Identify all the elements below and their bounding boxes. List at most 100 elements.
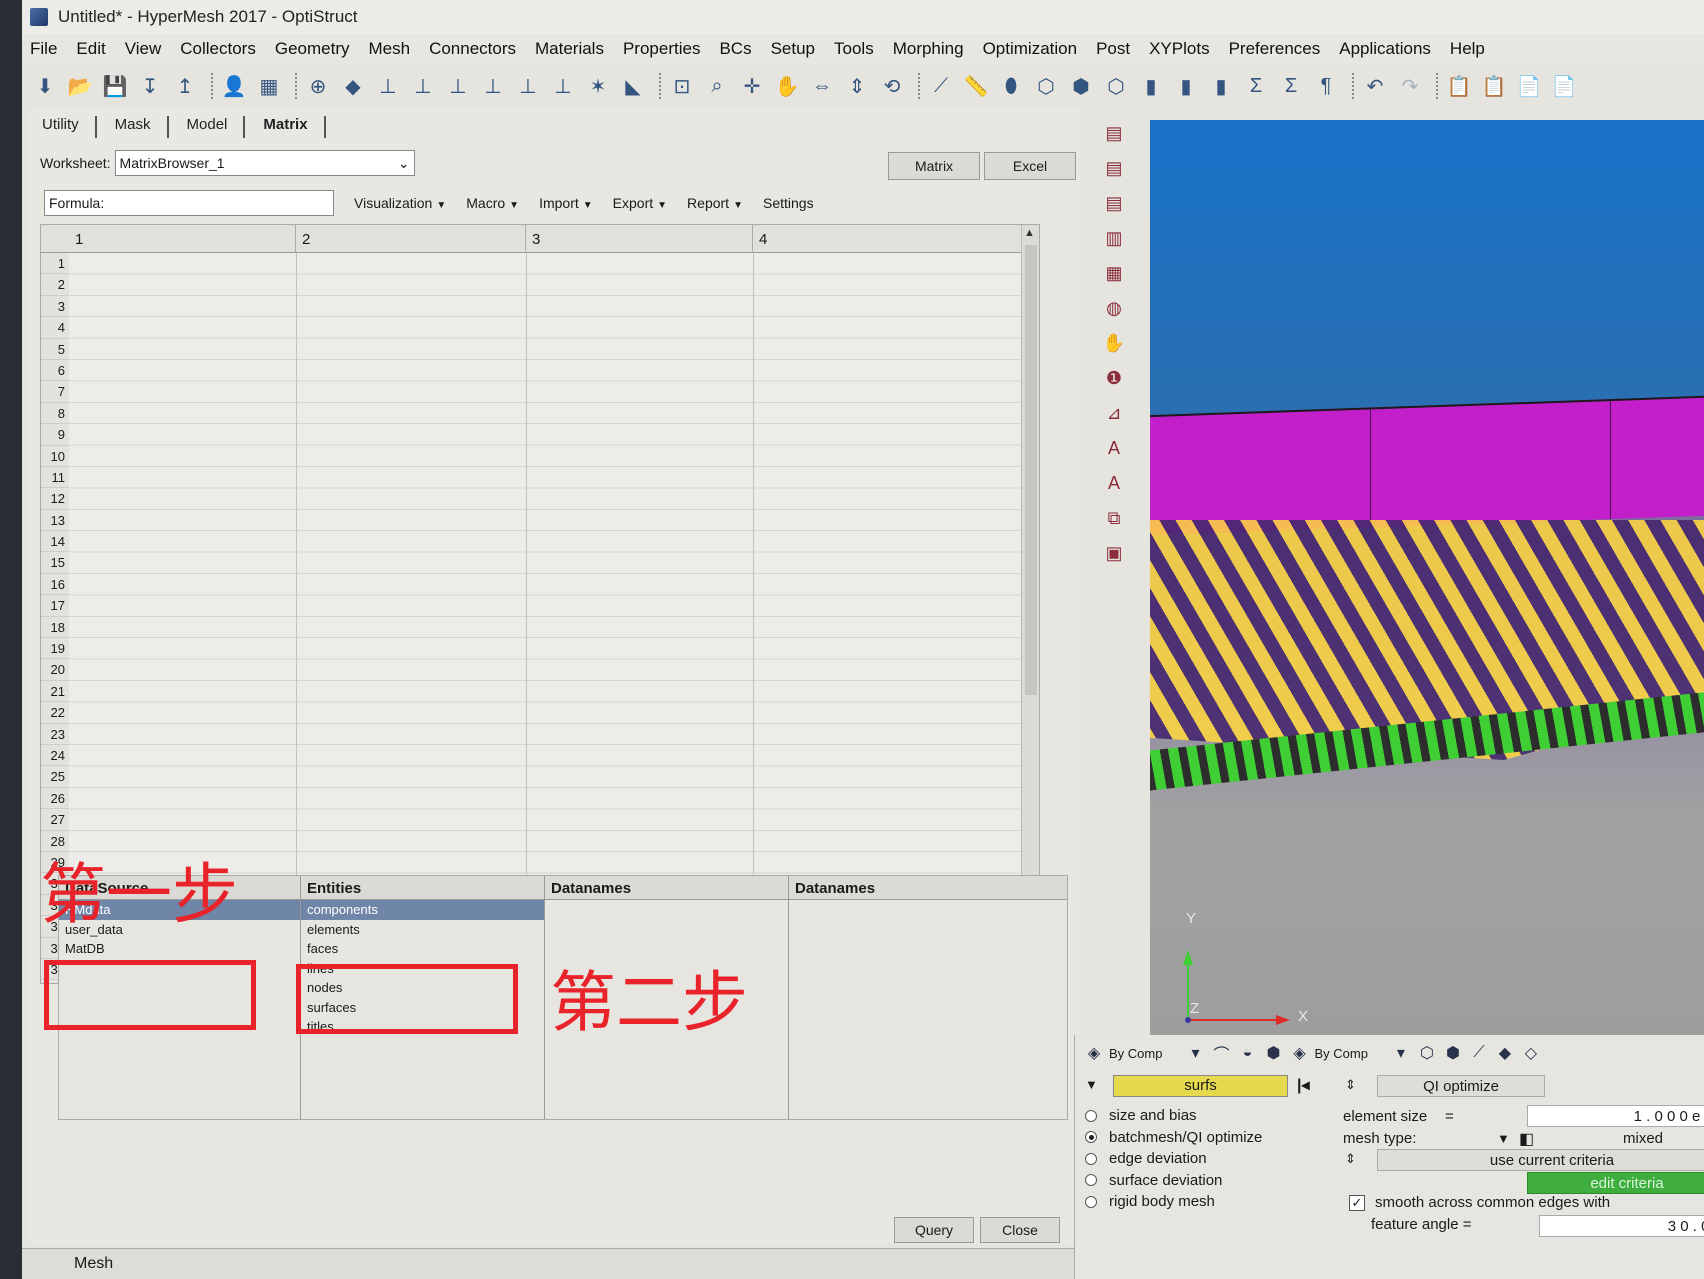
- center-icon[interactable]: ✛: [737, 71, 767, 101]
- pan-vertical-icon[interactable]: ⇕: [842, 71, 872, 101]
- by-comp-2[interactable]: By Comp: [1314, 1046, 1367, 1061]
- shaded-shape-icon[interactable]: ◒: [1236, 1042, 1258, 1064]
- row-number[interactable]: 8: [41, 402, 69, 425]
- updown-icon[interactable]: ⇕: [1345, 1151, 1356, 1167]
- view-xy-icon[interactable]: ⊥: [373, 71, 403, 101]
- wireframe-icon[interactable]: ⬡: [1416, 1042, 1438, 1064]
- view-zx-icon[interactable]: ⊥: [478, 71, 508, 101]
- row-number[interactable]: 23: [41, 723, 69, 745]
- excel-button[interactable]: Excel: [984, 152, 1076, 180]
- row-number[interactable]: 4: [41, 317, 69, 339]
- cylinder-icon[interactable]: ⬮: [996, 71, 1026, 101]
- by-comp-1[interactable]: By Comp: [1109, 1046, 1162, 1061]
- row-number[interactable]: 14: [41, 531, 69, 553]
- column-header[interactable]: 3: [526, 225, 753, 253]
- row-number[interactable]: 6: [41, 359, 69, 382]
- page-stack-icon[interactable]: ▥: [1099, 223, 1129, 253]
- surfs-selector[interactable]: surfs: [1113, 1075, 1288, 1097]
- report-doc-icon[interactable]: 📄: [1549, 71, 1579, 101]
- menu-file[interactable]: File: [30, 39, 57, 59]
- row-number[interactable]: 16: [41, 573, 69, 596]
- qi-optimize-button[interactable]: QI optimize: [1377, 1075, 1545, 1097]
- mesh-option-radio[interactable]: edge deviation: [1085, 1150, 1207, 1167]
- shaded-elements-icon[interactable]: ⬢: [1442, 1042, 1464, 1064]
- scroll-up-icon[interactable]: ▲: [1024, 227, 1035, 239]
- save-icon[interactable]: 💾: [100, 71, 130, 101]
- redo-icon[interactable]: ↷: [1395, 71, 1425, 101]
- chevron-down-icon[interactable]: ▼: [1497, 1131, 1510, 1146]
- row-number[interactable]: 26: [41, 787, 69, 810]
- element-size-input[interactable]: 1 . 0 0 0 e - 0: [1527, 1105, 1704, 1127]
- group-icon[interactable]: ⧉: [1099, 503, 1129, 533]
- mesh-shaded-icon[interactable]: ▮: [1136, 71, 1166, 101]
- menu-applications[interactable]: Applications: [1339, 39, 1431, 59]
- updown-icon[interactable]: ⇕: [1345, 1077, 1356, 1093]
- tab-mask[interactable]: Mask: [103, 116, 169, 138]
- rotate-icon[interactable]: ⟲: [877, 71, 907, 101]
- cube-shaded-icon[interactable]: ⬢: [1262, 1042, 1284, 1064]
- layer-icon[interactable]: ◇: [1520, 1042, 1542, 1064]
- clipboard-icon[interactable]: 📋: [1479, 71, 1509, 101]
- menu-connectors[interactable]: Connectors: [429, 39, 516, 59]
- menu-bcs[interactable]: BCs: [719, 39, 751, 59]
- menu-export[interactable]: Export ▼: [613, 195, 667, 211]
- label-abc-icon[interactable]: A: [1099, 433, 1129, 463]
- row-number[interactable]: 7: [41, 381, 69, 403]
- pan-hand-icon[interactable]: ✋: [772, 71, 802, 101]
- edit-criteria-button[interactable]: edit criteria: [1527, 1172, 1704, 1194]
- tab-model[interactable]: Model: [175, 116, 246, 138]
- menu-setup[interactable]: Setup: [771, 39, 815, 59]
- row-number[interactable]: 1: [41, 253, 69, 275]
- collapse-icon[interactable]: ▼: [1085, 1077, 1098, 1092]
- grid-scrollbar[interactable]: ▲ ▼: [1021, 225, 1039, 983]
- query-button[interactable]: Query: [894, 1217, 974, 1243]
- menu-edit[interactable]: Edit: [76, 39, 105, 59]
- view-xz-icon[interactable]: ⊥: [443, 71, 473, 101]
- graphics-viewport[interactable]: Y Z X: [1150, 120, 1704, 1035]
- entities-item[interactable]: faces: [301, 939, 544, 959]
- row-number[interactable]: 15: [41, 552, 69, 574]
- menu-visualization[interactable]: Visualization ▼: [354, 195, 446, 211]
- menu-xyplots[interactable]: XYPlots: [1149, 39, 1209, 59]
- sum-icon[interactable]: Σ: [1241, 71, 1271, 101]
- close-button[interactable]: Close: [980, 1217, 1060, 1243]
- menu-import[interactable]: Import ▼: [539, 195, 593, 211]
- tab-matrix[interactable]: Matrix: [251, 116, 326, 138]
- row-number[interactable]: 25: [41, 766, 69, 788]
- user-icon[interactable]: 👤: [219, 71, 249, 101]
- row-number[interactable]: 10: [41, 445, 69, 467]
- page-edit-icon[interactable]: ▤: [1099, 153, 1129, 183]
- page-icon[interactable]: ▤: [1099, 118, 1129, 148]
- reset-icon[interactable]: |◂: [1297, 1075, 1310, 1095]
- menu-help[interactable]: Help: [1450, 39, 1485, 59]
- row-number[interactable]: 12: [41, 488, 69, 510]
- page-flip-icon[interactable]: ▤: [1099, 188, 1129, 218]
- use-current-criteria-button[interactable]: use current criteria: [1377, 1149, 1704, 1171]
- measure-icon[interactable]: ⊿: [1099, 398, 1129, 428]
- row-number[interactable]: 18: [41, 616, 69, 639]
- paste-icon[interactable]: 📋: [1444, 71, 1474, 101]
- import-icon[interactable]: ↧: [135, 71, 165, 101]
- plane-icon[interactable]: ◆: [1494, 1042, 1516, 1064]
- menu-settings[interactable]: Settings: [763, 195, 814, 211]
- chevron-down-icon[interactable]: ▾: [1390, 1042, 1412, 1064]
- view-yz-icon[interactable]: ⊥: [513, 71, 543, 101]
- formula-input[interactable]: Formula:: [44, 190, 334, 216]
- fit-icon[interactable]: ⊡: [667, 71, 697, 101]
- row-number[interactable]: 21: [41, 680, 69, 703]
- ruler-icon[interactable]: 📏: [961, 71, 991, 101]
- view-zy-icon[interactable]: ⊥: [548, 71, 578, 101]
- mesh-option-radio[interactable]: rigid body mesh: [1085, 1193, 1215, 1210]
- menu-macro[interactable]: Macro ▼: [466, 195, 519, 211]
- page-chart-icon[interactable]: ▦: [1099, 258, 1129, 288]
- cube-icon[interactable]: ⬡: [1101, 71, 1131, 101]
- feature-angle-input[interactable]: 3 0 . 0 0: [1539, 1215, 1704, 1237]
- mesh-option-radio[interactable]: batchmesh/QI optimize: [1085, 1129, 1262, 1146]
- row-number[interactable]: 28: [41, 830, 69, 852]
- mesh-type-value[interactable]: mixed: [1623, 1130, 1663, 1147]
- menu-preferences[interactable]: Preferences: [1229, 39, 1321, 59]
- menu-tools[interactable]: Tools: [834, 39, 874, 59]
- row-number[interactable]: 9: [41, 424, 69, 446]
- menu-geometry[interactable]: Geometry: [275, 39, 350, 59]
- mesh-results-icon[interactable]: ▮: [1206, 71, 1236, 101]
